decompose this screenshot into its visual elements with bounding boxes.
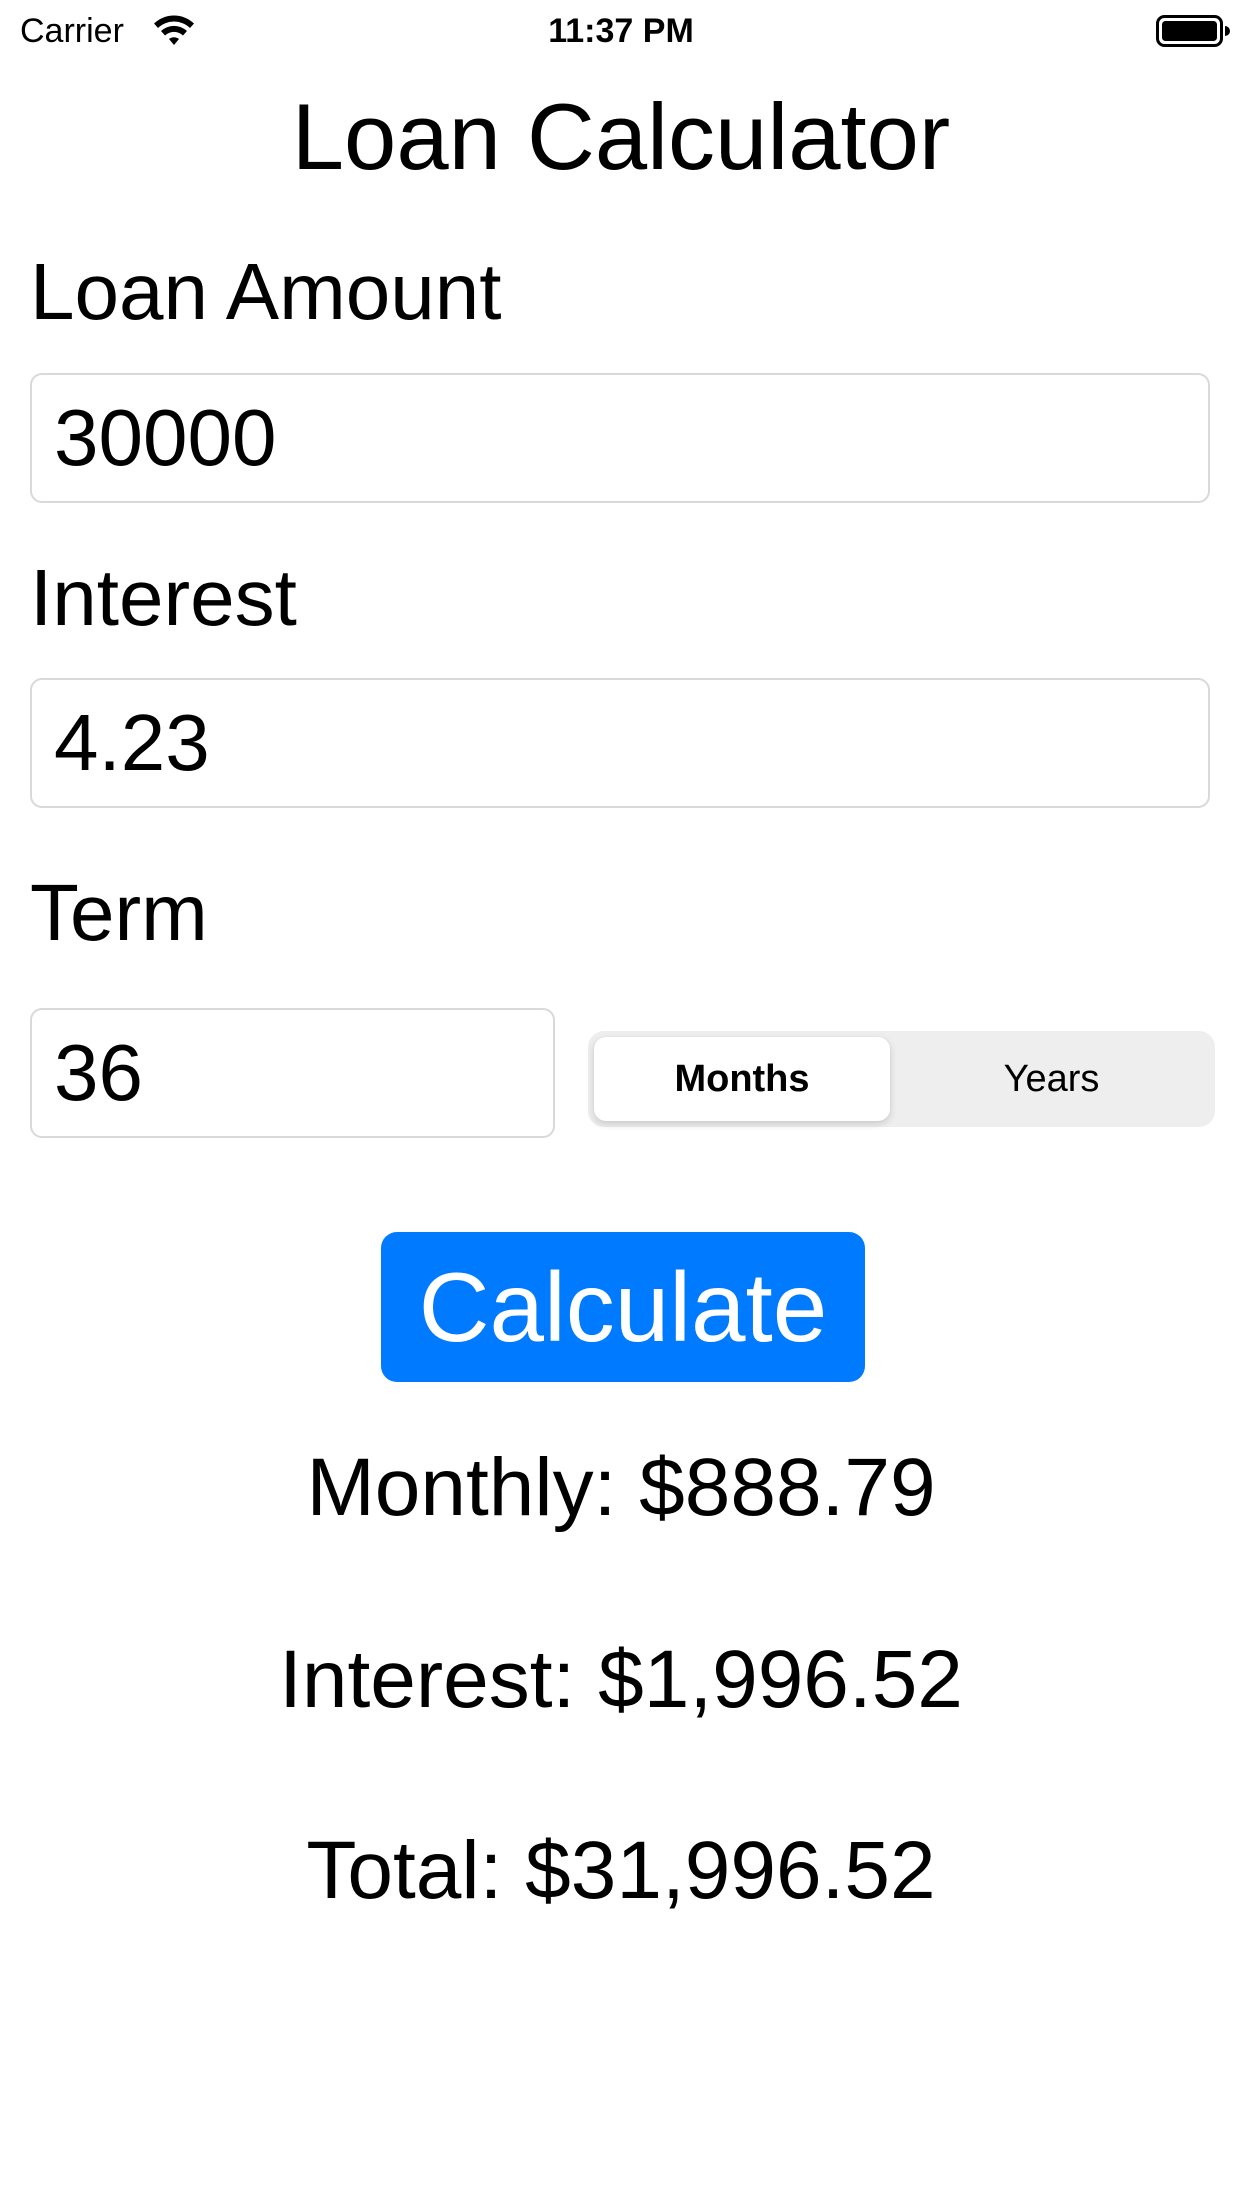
interest-result: Interest: $1,996.52 (279, 1634, 963, 1725)
term-input[interactable]: 36 (30, 1008, 555, 1138)
interest-label: Interest (30, 553, 297, 642)
term-value: 36 (54, 1028, 143, 1117)
battery-icon (1156, 15, 1230, 47)
segment-years[interactable]: Years (894, 1037, 1209, 1121)
status-bar: Carrier 11:37 PM (0, 0, 1242, 60)
loan-amount-input[interactable]: 30000 (30, 373, 1210, 503)
status-time: 11:37 PM (548, 12, 694, 50)
segment-months[interactable]: Months (594, 1037, 890, 1121)
loan-amount-value: 30000 (54, 393, 277, 482)
loan-amount-label: Loan Amount (30, 247, 502, 336)
interest-value: 4.23 (54, 698, 210, 787)
interest-input[interactable]: 4.23 (30, 678, 1210, 808)
term-label: Term (30, 868, 208, 957)
term-unit-segmented-control: Months Years (588, 1031, 1215, 1127)
page-title: Loan Calculator (291, 84, 951, 189)
total-result: Total: $31,996.52 (306, 1825, 936, 1916)
calculate-button[interactable]: Calculate (381, 1232, 865, 1382)
monthly-result: Monthly: $888.79 (306, 1442, 936, 1533)
